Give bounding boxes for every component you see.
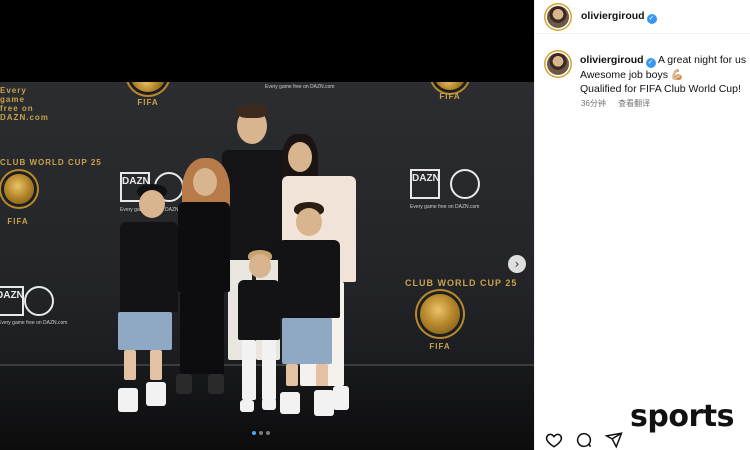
fifa-text: FIFA xyxy=(137,98,159,107)
avatar[interactable] xyxy=(547,6,569,28)
post-header: oliviergiroud ✓ xyxy=(535,0,750,34)
carousel-dot xyxy=(259,431,263,435)
cwc-logo xyxy=(4,174,34,204)
fifa-text: FIFA xyxy=(7,217,29,226)
chevron-right-icon: › xyxy=(514,257,520,271)
caption-line-3: Qualified for FIFA Club World Cup! xyxy=(580,83,741,95)
post-actions xyxy=(545,431,623,449)
share-icon[interactable] xyxy=(605,431,623,449)
fifa-text: Every game free on DAZN.com xyxy=(0,86,49,122)
heart-icon[interactable] xyxy=(545,431,563,449)
caption-meta: 36分钟 查看翻译 xyxy=(581,98,660,109)
cwc-logo xyxy=(420,294,460,334)
caption-avatar[interactable] xyxy=(547,53,569,75)
fifa-text: FIFA xyxy=(429,342,451,351)
dazn-logo: DAZN xyxy=(410,169,440,199)
verified-icon: ✓ xyxy=(646,14,657,24)
carousel-next-button[interactable]: › xyxy=(508,255,526,273)
dazn-tagline: Every game free on DAZN.com xyxy=(410,204,480,210)
see-translation-link[interactable]: 查看翻译 xyxy=(618,99,650,108)
header-username[interactable]: oliviergiroud ✓ xyxy=(581,10,657,24)
carousel-dot xyxy=(252,431,256,435)
cwc-logo xyxy=(434,82,466,90)
cwc-logo xyxy=(130,82,166,92)
caption-username[interactable]: oliviergiroud xyxy=(580,54,644,66)
caption: oliviergiroud✓ A great night for us 🙏 Aw… xyxy=(580,53,750,96)
fifa-text: FIFA xyxy=(439,92,461,101)
cwc-mini-logo xyxy=(450,169,480,199)
comment-icon[interactable] xyxy=(575,431,593,449)
timestamp: 36分钟 xyxy=(581,99,606,108)
carousel-indicator xyxy=(252,431,270,435)
caption-line-2: Awesome job boys 💪🏼 xyxy=(580,69,684,81)
sports-watermark: sports xyxy=(630,399,734,434)
dazn-tagline: Every game free on DAZN.com xyxy=(0,320,68,326)
verified-icon: ✓ xyxy=(645,58,656,68)
cwc-arc-text: CLUB WORLD CUP 25 xyxy=(405,278,518,288)
dazn-logo: DAZN xyxy=(0,286,24,316)
post-info-pane: oliviergiroud ✓ oliviergiroud ✓ A great ni… xyxy=(534,0,750,450)
dazn-tagline: Every game free on DAZN.com xyxy=(265,84,335,90)
post-photo[interactable]: Every game free on DAZN.com FIFA Every g… xyxy=(0,82,534,450)
carousel-dot xyxy=(266,431,270,435)
cwc-mini-logo xyxy=(24,286,54,316)
caption-line-1: A great night for us 🙏 xyxy=(657,54,750,66)
media-pane: Every game free on DAZN.com FIFA Every g… xyxy=(0,0,534,450)
cwc-arc-text: CLUB WORLD CUP 25 xyxy=(0,158,102,167)
